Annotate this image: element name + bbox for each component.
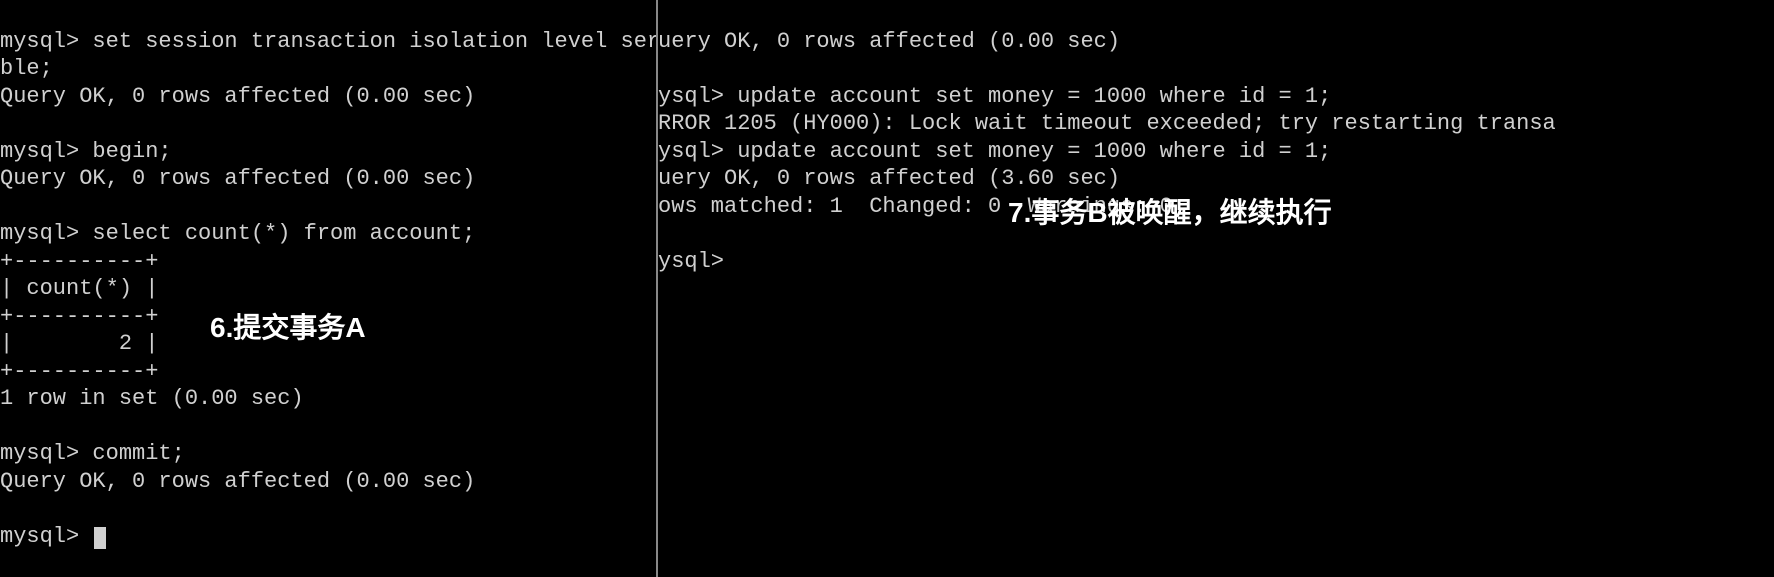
terminal-line: ble; [0,56,53,81]
right-terminal-pane[interactable]: uery OK, 0 rows affected (0.00 sec) ysql… [658,0,1774,577]
terminal-line: +----------+ [0,249,158,274]
terminal-line: uery OK, 0 rows affected (3.60 sec) [658,166,1120,191]
terminal-line: mysql> set session transaction isolation… [0,29,658,54]
terminal-line: +----------+ [0,359,158,384]
terminal-prompt: ysql> [658,249,724,274]
annotation-right: 7.事务B被唤醒，继续执行 [1008,195,1332,230]
terminal-line: +----------+ [0,304,158,329]
left-terminal-pane[interactable]: mysql> set session transaction isolation… [0,0,658,577]
terminal-prompt: mysql> [0,524,92,549]
terminal-line: Query OK, 0 rows affected (0.00 sec) [0,469,475,494]
terminal-line: ysql> update account set money = 1000 wh… [658,84,1331,109]
terminal-line: mysql> commit; [0,441,185,466]
terminal-line: mysql> begin; [0,139,172,164]
terminal-line: mysql> select count(*) from account; [0,221,475,246]
terminal-line: Query OK, 0 rows affected (0.00 sec) [0,84,475,109]
terminal-line: RROR 1205 (HY000): Lock wait timeout exc… [658,111,1556,136]
terminal-line: | 2 | [0,331,158,356]
terminal-line: 1 row in set (0.00 sec) [0,386,304,411]
cursor-icon [94,527,106,549]
annotation-left: 6.提交事务A [210,310,366,345]
terminal-line: ysql> update account set money = 1000 wh… [658,139,1331,164]
terminal-line: uery OK, 0 rows affected (0.00 sec) [658,29,1120,54]
terminal-line: | count(*) | [0,276,158,301]
terminal-line: Query OK, 0 rows affected (0.00 sec) [0,166,475,191]
